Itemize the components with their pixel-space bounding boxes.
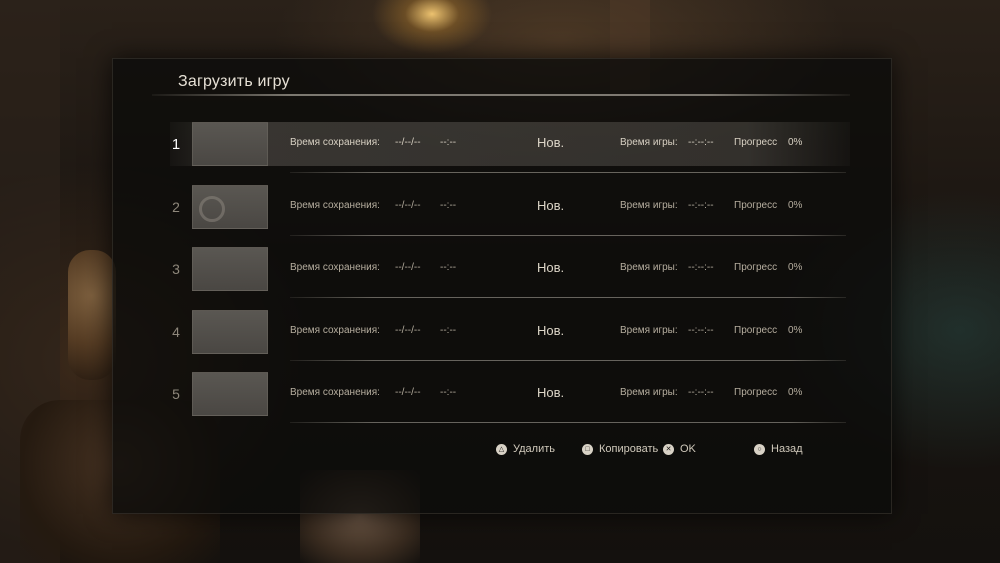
square-button-icon: □: [582, 443, 593, 455]
play-time-value: --:--:--: [688, 325, 714, 336]
play-time-label: Время игры:: [620, 137, 678, 148]
save-time-label: Время сохранения:: [290, 325, 380, 336]
save-time-value: --:--: [440, 387, 457, 398]
play-time-value: --:--:--: [688, 137, 714, 148]
save-time-label: Время сохранения:: [290, 387, 380, 398]
save-time-label: Время сохранения:: [290, 137, 380, 148]
save-time-label: Время сохранения:: [290, 200, 380, 211]
title-divider: [152, 94, 850, 96]
save-slot-1[interactable]: 1 Время сохранения: --/--/-- --:-- Нов. Время…: [150, 122, 850, 184]
slot-status: Нов.: [537, 385, 565, 400]
progress-value: 0%: [788, 137, 803, 148]
slot-thumbnail: [192, 247, 268, 291]
slot-divider: [290, 422, 846, 423]
slot-status: Нов.: [537, 198, 565, 213]
save-time-label: Время сохранения:: [290, 262, 380, 273]
slot-number: 5: [172, 386, 180, 402]
play-time-value: --:--:--: [688, 387, 714, 398]
save-slot-3[interactable]: 3 Время сохранения: --/--/-- --:-- Нов. Время…: [150, 247, 850, 309]
save-time-value: --:--: [440, 262, 457, 273]
copy-label: Копировать: [599, 443, 659, 455]
progress-value: 0%: [788, 200, 803, 211]
slot-thumbnail: [192, 310, 268, 354]
save-date-value: --/--/--: [395, 325, 421, 336]
slot-number: 1: [171, 136, 181, 153]
progress-label: Прогресс: [734, 200, 778, 211]
ok-label: OK: [680, 443, 696, 455]
progress-value: 0%: [788, 387, 803, 398]
play-time-value: --:--:--: [688, 262, 714, 273]
save-time-value: --:--: [440, 325, 457, 336]
slot-thumbnail: [192, 372, 268, 416]
slot-divider: [290, 235, 846, 236]
delete-label: Удалить: [513, 443, 555, 455]
slot-divider: [290, 360, 846, 361]
slot-status: Нов.: [537, 135, 565, 150]
progress-label: Прогресс: [734, 387, 778, 398]
slot-number: 3: [172, 261, 180, 277]
play-time-value: --:--:--: [688, 200, 714, 211]
slot-status: Нов.: [537, 260, 565, 275]
save-date-value: --/--/--: [395, 262, 421, 273]
button-prompts: △ Удалить □ Копировать ✕ OK ○ Назад: [0, 443, 1000, 463]
slot-divider: [290, 172, 846, 173]
thumbnail-gear: [199, 196, 225, 222]
back-button[interactable]: ○ Назад: [754, 443, 803, 455]
save-slot-4[interactable]: 4 Время сохранения: --/--/-- --:-- Нов. Время…: [150, 310, 850, 372]
slot-number: 4: [172, 324, 180, 340]
slot-number: 2: [172, 199, 180, 215]
progress-label: Прогресс: [734, 325, 778, 336]
save-slot-5[interactable]: 5 Время сохранения: --/--/-- --:-- Нов. Время…: [150, 372, 850, 434]
save-date-value: --/--/--: [395, 137, 421, 148]
save-date-value: --/--/--: [395, 387, 421, 398]
circle-button-icon: ○: [754, 443, 765, 455]
progress-value: 0%: [788, 325, 803, 336]
triangle-button-icon: △: [496, 443, 507, 455]
play-time-label: Время игры:: [620, 387, 678, 398]
save-time-value: --:--: [440, 200, 457, 211]
progress-value: 0%: [788, 262, 803, 273]
slot-thumbnail: [192, 185, 268, 229]
play-time-label: Время игры:: [620, 262, 678, 273]
play-time-label: Время игры:: [620, 325, 678, 336]
ok-button[interactable]: ✕ OK: [663, 443, 696, 455]
save-date-value: --/--/--: [395, 200, 421, 211]
progress-label: Прогресс: [734, 262, 778, 273]
slot-divider: [290, 297, 846, 298]
save-time-value: --:--: [440, 137, 457, 148]
save-slot-2[interactable]: 2 Время сохранения: --/--/-- --:-- Нов. Время…: [150, 185, 850, 247]
slot-status: Нов.: [537, 323, 565, 338]
delete-button[interactable]: △ Удалить: [496, 443, 555, 455]
slot-thumbnail: [192, 122, 268, 166]
back-label: Назад: [771, 443, 803, 455]
progress-label: Прогресс: [734, 137, 778, 148]
copy-button[interactable]: □ Копировать: [582, 443, 658, 455]
page-title: Загрузить игру: [178, 73, 290, 90]
robot-arm: [68, 250, 116, 380]
cross-button-icon: ✕: [663, 443, 674, 455]
play-time-label: Время игры:: [620, 200, 678, 211]
